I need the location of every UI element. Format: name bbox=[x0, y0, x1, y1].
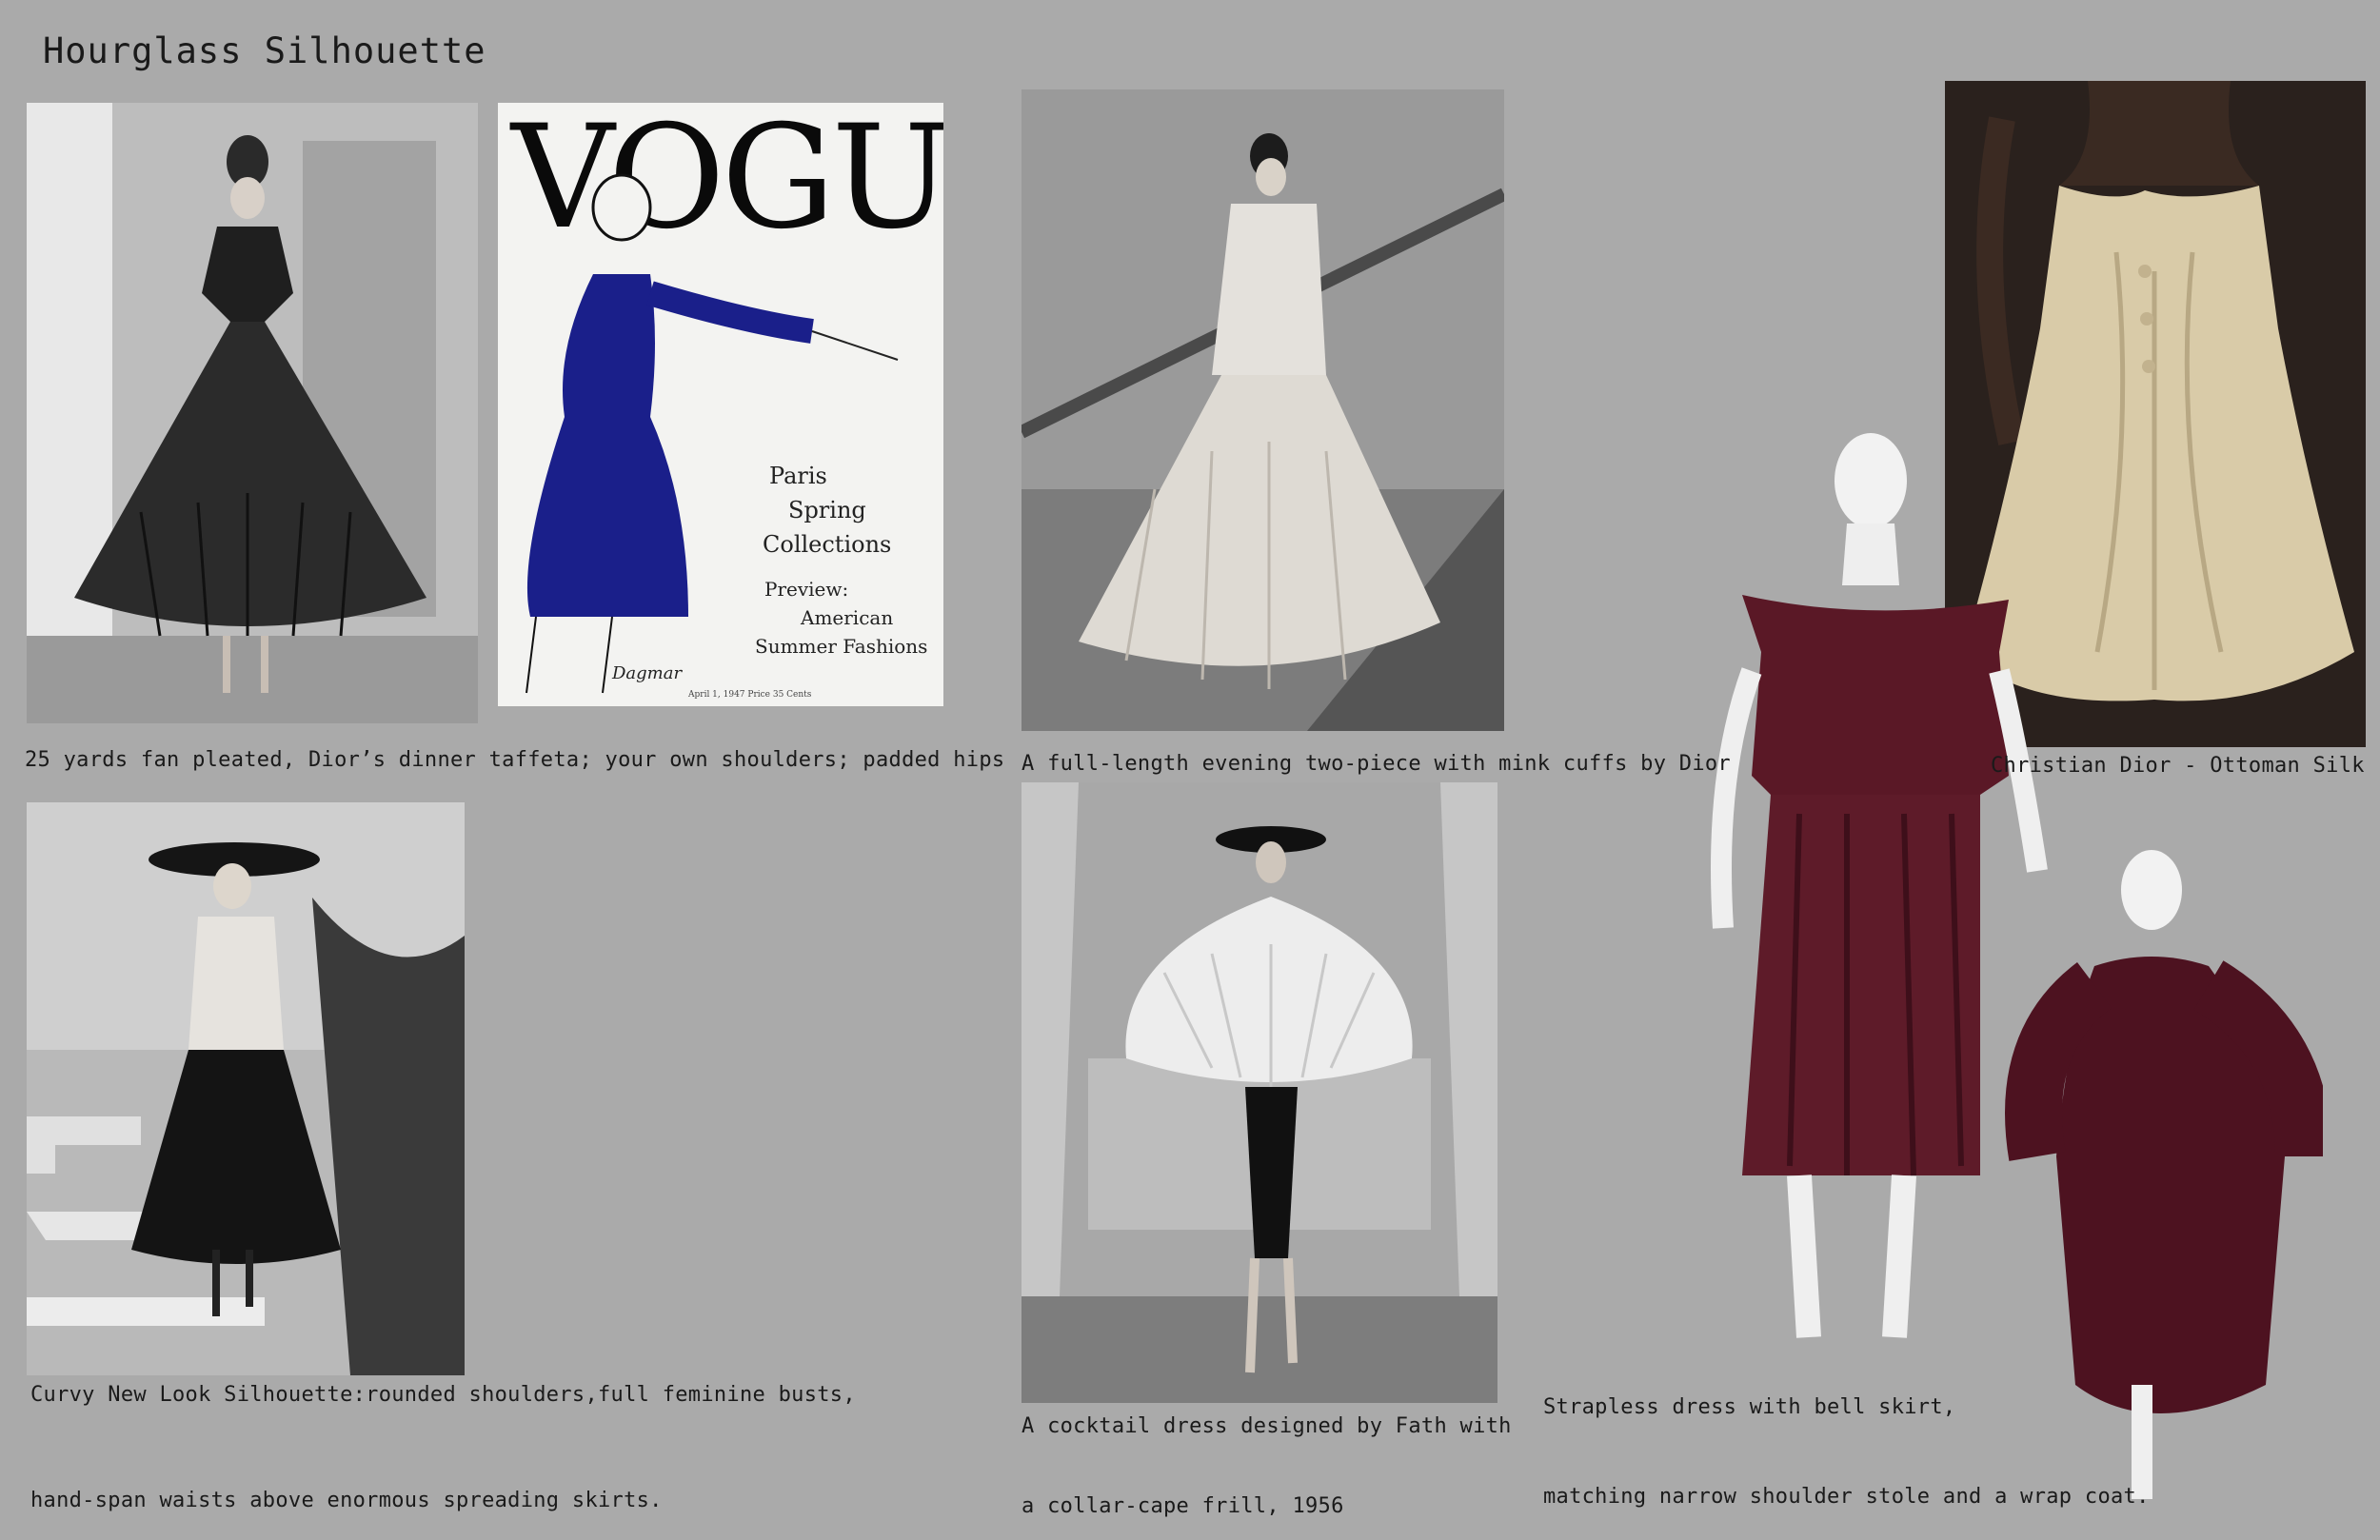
photo-evening-two-piece bbox=[1021, 89, 1504, 731]
caption-new-look-line2: hand-span waists above enormous spreadin… bbox=[30, 1489, 663, 1512]
caption-ottoman-silk: Christian Dior - Ottoman Silk bbox=[1991, 754, 2365, 778]
cover-headline-paris: Paris bbox=[769, 463, 827, 489]
photo-fath-cape-frill bbox=[1021, 782, 1497, 1403]
photo-burgundy-dress-and-coat bbox=[1695, 433, 2323, 1528]
caption-fath-line2: a collar-cape frill, 1956 bbox=[1021, 1494, 1344, 1518]
page-title: Hourglass Silhouette bbox=[43, 30, 486, 71]
photo-black-taffeta-dress bbox=[27, 103, 478, 723]
photo-new-look-suit bbox=[27, 802, 465, 1375]
vogue-masthead: VOGUE bbox=[509, 103, 943, 261]
caption-new-look-line1: Curvy New Look Silhouette:rounded should… bbox=[30, 1383, 856, 1407]
caption-dinner-taffeta: 25 yards fan pleated, Dior’s dinner taff… bbox=[25, 748, 1005, 772]
vogue-cover-image: VOGUE Paris Spring Collections Preview: … bbox=[498, 103, 943, 706]
cover-preview-summer: Summer Fashions bbox=[755, 635, 927, 658]
caption-evening-two-piece: A full-length evening two-piece with min… bbox=[1021, 752, 1731, 776]
cover-headline-spring: Spring bbox=[788, 497, 866, 523]
cover-headline-collections: Collections bbox=[763, 531, 891, 558]
cover-preview-label: Preview: bbox=[764, 578, 848, 601]
caption-strapless-line1: Strapless dress with bell skirt, bbox=[1543, 1395, 1956, 1419]
caption-strapless-line2: matching narrow shoulder stole and a wra… bbox=[1543, 1485, 2150, 1509]
cover-preview-american: American bbox=[800, 606, 893, 629]
cover-issue-line: April 1, 1947 Price 35 Cents bbox=[687, 690, 812, 700]
caption-fath-line1: A cocktail dress designed by Fath with bbox=[1021, 1414, 1512, 1438]
cover-signature: Dagmar bbox=[611, 663, 683, 683]
